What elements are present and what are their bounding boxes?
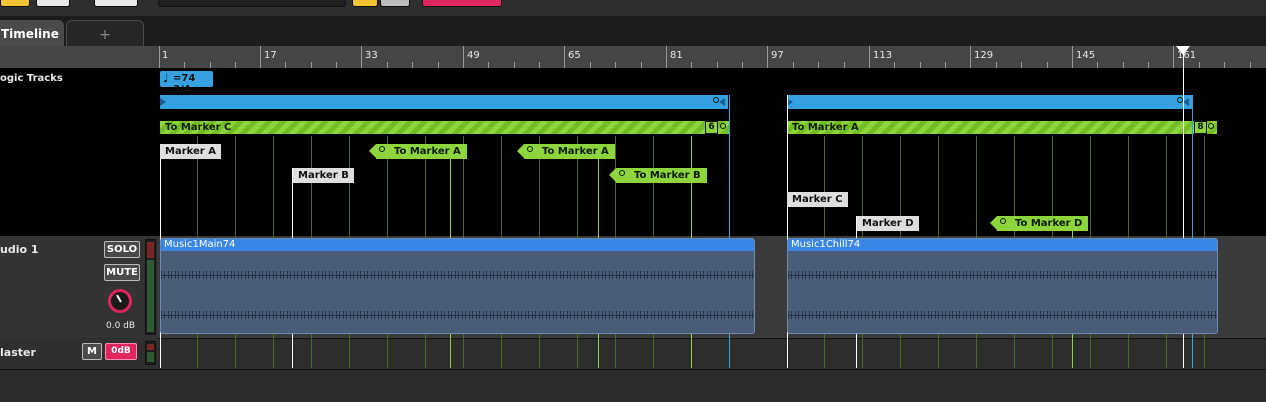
transport-bar <box>0 0 1266 16</box>
loop-region[interactable] <box>160 95 728 109</box>
audio-clip-main[interactable]: Music1Main74 <box>160 238 755 334</box>
ruler-label: 65 <box>568 50 581 61</box>
master-track-name: laster <box>0 346 36 359</box>
gain-value: 0.0 dB <box>106 321 136 331</box>
ruler-tick <box>260 46 261 68</box>
waveform <box>161 311 754 319</box>
to-marker-label: To Marker A <box>394 146 461 157</box>
ruler-tick <box>767 46 768 68</box>
transport-button-4[interactable] <box>352 0 378 7</box>
loop-end-handle[interactable] <box>719 98 725 106</box>
ruler-tick <box>361 46 362 68</box>
tab-timeline[interactable]: Timeline <box>0 20 64 47</box>
audio-track-name: udio 1 <box>0 243 39 256</box>
transport-button-3[interactable] <box>94 0 138 7</box>
time-display <box>158 0 346 7</box>
ruler-tick <box>970 46 971 68</box>
timeline-ruler[interactable]: 1 17 33 49 65 81 97 113 129 145 161 <box>0 46 1266 69</box>
to-marker-label: To Marker D <box>1015 218 1083 229</box>
add-tab-icon: + <box>99 27 111 43</box>
meter-level-segment <box>147 260 154 332</box>
loop-start-handle[interactable] <box>160 98 166 106</box>
ruler-label: 49 <box>467 50 480 61</box>
tempo-chip[interactable]: ♩ =74 3/4 <box>160 71 213 95</box>
to-marker-d[interactable]: To Marker D <box>989 216 1089 231</box>
clip-name: Music1Chill74 <box>788 239 1217 251</box>
gain-knob[interactable] <box>108 289 132 313</box>
ruler-tick <box>564 46 565 68</box>
logic-track-header[interactable]: ogic Tracks <box>0 68 158 236</box>
add-tab-button[interactable]: + <box>66 20 144 47</box>
ruler-label: 145 <box>1076 50 1096 61</box>
goto-label: To Marker C <box>165 122 232 133</box>
goto-ring-icon <box>527 146 533 152</box>
goto-ring-icon <box>379 146 385 152</box>
ruler-label: 129 <box>974 50 994 61</box>
to-marker-a-1[interactable]: To Marker A <box>369 144 467 159</box>
goto-ring-icon <box>720 123 726 129</box>
goto-count: 8 <box>1194 121 1207 134</box>
to-marker-label: To Marker A <box>542 146 609 157</box>
master-meter-clip <box>147 344 154 350</box>
master-track-header[interactable]: laster M 0dB <box>0 338 158 368</box>
transport-button-5[interactable] <box>380 0 410 7</box>
goto-ring-icon <box>1000 218 1006 224</box>
loop-ring-icon <box>713 97 719 103</box>
meter-clip-segment <box>147 242 154 258</box>
logic-track-name: ogic Tracks <box>0 73 63 84</box>
ruler-tick <box>463 46 464 68</box>
tempo-text: =74 3/4 <box>173 73 196 95</box>
audio-clip-chill[interactable]: Music1Chill74 <box>787 238 1218 334</box>
ruler-tick <box>869 46 870 68</box>
ruler-tick <box>666 46 667 68</box>
master-level-button[interactable]: 0dB <box>105 343 137 360</box>
tab-strip: Timeline + <box>0 16 1266 47</box>
marker-b[interactable]: Marker B <box>293 168 354 183</box>
goto-label: To Marker A <box>792 122 859 133</box>
tab-timeline-label: Timeline <box>1 27 59 41</box>
goto-region[interactable]: To Marker A 8 <box>787 121 1217 134</box>
ruler-tick <box>159 46 160 68</box>
ruler-label: 97 <box>771 50 784 61</box>
to-marker-b[interactable]: To Marker B <box>609 168 707 183</box>
empty-area <box>0 370 1266 402</box>
ruler-label: 17 <box>264 50 277 61</box>
solo-button[interactable]: SOLO <box>104 241 140 258</box>
transport-button-2[interactable] <box>36 0 70 7</box>
goto-ring-icon <box>619 170 625 176</box>
marker-d[interactable]: Marker D <box>857 216 919 231</box>
master-m-button[interactable]: M <box>82 343 102 360</box>
goto-ring-icon <box>1208 123 1214 129</box>
note-icon: ♩ <box>163 71 169 85</box>
ruler-label: 33 <box>365 50 378 61</box>
to-marker-a-2[interactable]: To Marker A <box>517 144 615 159</box>
loop-region[interactable] <box>787 95 1192 109</box>
record-button[interactable] <box>422 0 502 7</box>
goto-count: 6 <box>705 121 718 134</box>
to-marker-label: To Marker B <box>634 170 701 181</box>
master-meter <box>145 341 156 365</box>
clip-name: Music1Main74 <box>161 239 754 251</box>
marker-c[interactable]: Marker C <box>787 192 848 207</box>
waveform <box>788 311 1217 319</box>
ruler-label: 81 <box>670 50 683 61</box>
master-track-lane <box>0 338 1266 371</box>
ruler-label: 1 <box>162 50 169 61</box>
audio-meter <box>145 239 156 335</box>
mute-button[interactable]: MUTE <box>104 264 140 281</box>
audio-track-header[interactable]: udio 1 SOLO MUTE 0.0 dB <box>0 236 158 338</box>
ruler-label: 113 <box>873 50 893 61</box>
goto-region[interactable]: To Marker C 6 <box>160 121 729 134</box>
ruler-tick <box>1072 46 1073 68</box>
waveform <box>161 271 754 279</box>
transport-button-1[interactable] <box>0 0 30 7</box>
marker-a[interactable]: Marker A <box>160 144 221 159</box>
master-meter-level <box>147 352 154 362</box>
waveform <box>788 271 1217 279</box>
ruler-tick <box>1173 46 1174 68</box>
